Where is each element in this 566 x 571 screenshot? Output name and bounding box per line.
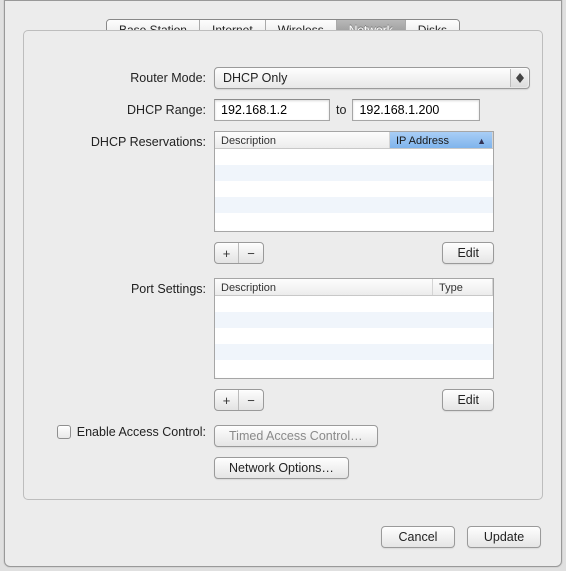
popup-arrows-icon <box>510 69 528 87</box>
port-remove-button[interactable]: − <box>239 390 263 410</box>
table-row <box>215 197 493 213</box>
router-mode-label: Router Mode: <box>36 67 214 85</box>
table-row <box>215 181 493 197</box>
dhcp-col-description[interactable]: Description <box>215 132 390 148</box>
table-row <box>215 360 493 376</box>
dhcp-range-start-input[interactable] <box>214 99 330 121</box>
dhcp-col-ip-address[interactable]: IP Address ▲ <box>390 132 493 148</box>
update-button[interactable]: Update <box>467 526 541 548</box>
network-options-button[interactable]: Network Options… <box>214 457 349 479</box>
dhcp-range-end-input[interactable] <box>352 99 480 121</box>
port-add-remove-group: + − <box>214 389 264 411</box>
port-edit-button[interactable]: Edit <box>442 389 494 411</box>
dhcp-reservations-label: DHCP Reservations: <box>36 131 214 149</box>
table-row <box>215 149 493 165</box>
table-row <box>215 312 493 328</box>
port-add-button[interactable]: + <box>215 390 239 410</box>
airport-utility-network-pane: Base Station Internet Wireless Network D… <box>4 0 562 567</box>
table-row <box>215 296 493 312</box>
port-col-description[interactable]: Description <box>215 279 433 295</box>
dhcp-add-button[interactable]: + <box>215 243 239 263</box>
timed-access-control-button[interactable]: Timed Access Control… <box>214 425 378 447</box>
dhcp-add-remove-group: + − <box>214 242 264 264</box>
network-pane: Router Mode: DHCP Only DHCP Range: <box>23 30 543 500</box>
port-settings-label: Port Settings: <box>36 278 214 296</box>
dialog-footer: Cancel Update <box>381 526 541 548</box>
dhcp-reservations-table[interactable]: Description IP Address ▲ <box>214 131 494 232</box>
port-settings-body <box>215 296 493 378</box>
enable-access-control-checkbox[interactable] <box>57 425 71 439</box>
table-row <box>215 328 493 344</box>
dhcp-remove-button[interactable]: − <box>239 243 263 263</box>
table-row <box>215 165 493 181</box>
dhcp-edit-button[interactable]: Edit <box>442 242 494 264</box>
dhcp-reservations-body <box>215 149 493 231</box>
enable-access-control-label: Enable Access Control: <box>77 425 206 439</box>
dhcp-range-label: DHCP Range: <box>36 99 214 117</box>
cancel-button[interactable]: Cancel <box>381 526 455 548</box>
table-row <box>215 344 493 360</box>
router-mode-value: DHCP Only <box>223 71 287 85</box>
table-row <box>215 213 493 229</box>
dhcp-range-to-label: to <box>336 103 346 117</box>
port-settings-table[interactable]: Description Type <box>214 278 494 379</box>
sort-ascending-icon: ▲ <box>477 136 486 146</box>
router-mode-popup[interactable]: DHCP Only <box>214 67 530 89</box>
port-col-type[interactable]: Type <box>433 279 493 295</box>
